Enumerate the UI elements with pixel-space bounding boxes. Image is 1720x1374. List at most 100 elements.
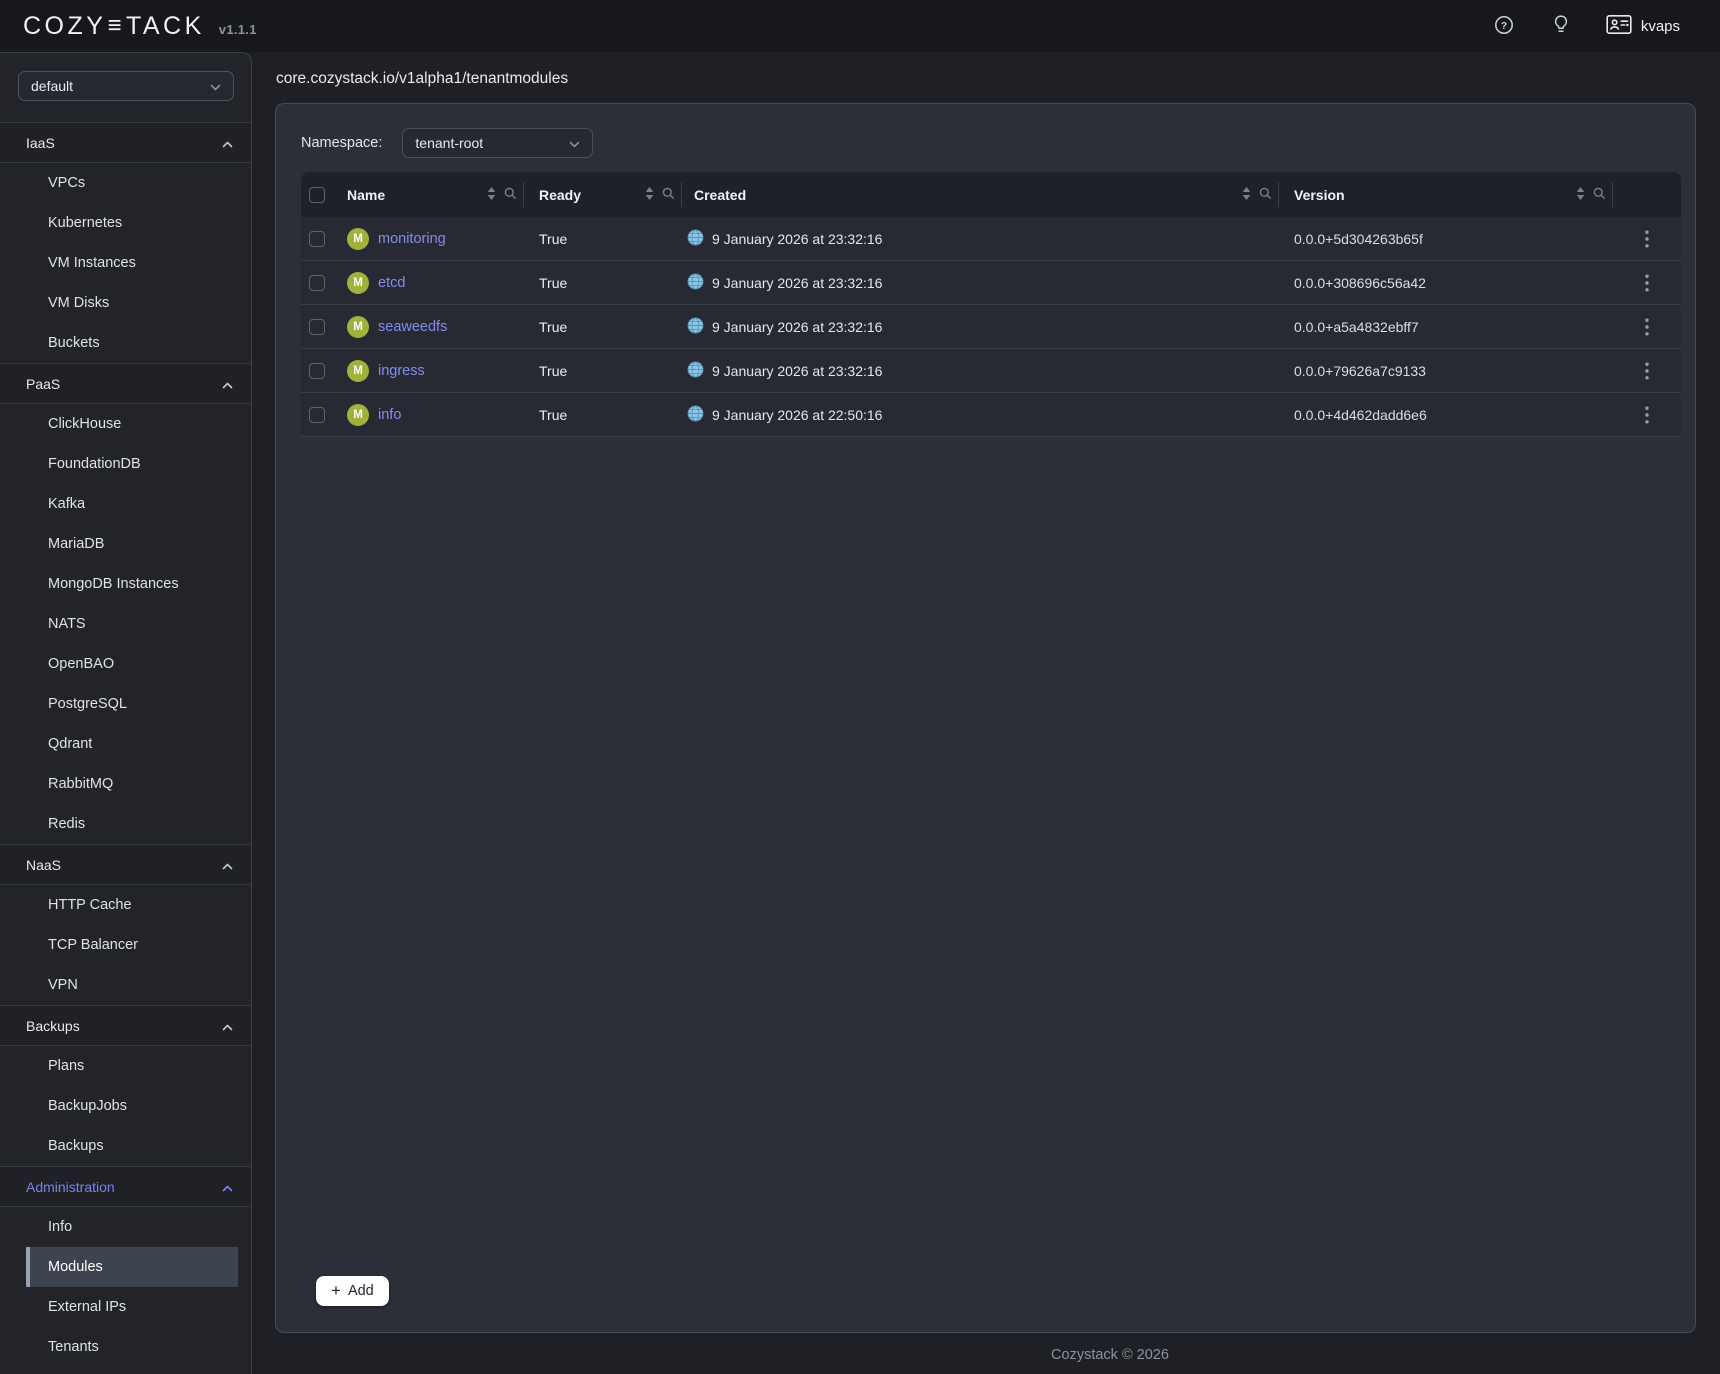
sidebar-item-vpn[interactable]: VPN bbox=[0, 965, 251, 1005]
module-name-link[interactable]: etcd bbox=[378, 275, 405, 291]
sidebar-item-rabbitmq[interactable]: RabbitMQ bbox=[0, 764, 251, 804]
sidebar-section-paas[interactable]: PaaS bbox=[0, 364, 251, 404]
sidebar-section-naas[interactable]: NaaS bbox=[0, 845, 251, 885]
sidebar-divider bbox=[0, 101, 251, 123]
sidebar-item-kafka[interactable]: Kafka bbox=[0, 484, 251, 524]
sidebar-item-backups[interactable]: Backups bbox=[0, 1126, 251, 1166]
column-header-ready: Ready bbox=[524, 172, 682, 217]
module-name-link[interactable]: info bbox=[378, 407, 401, 423]
breadcrumb: core.cozystack.io/v1alpha1/tenantmodules bbox=[276, 68, 1720, 90]
column-label: Ready bbox=[539, 187, 581, 203]
section-label: PaaS bbox=[26, 376, 60, 392]
row-checkbox[interactable] bbox=[309, 231, 325, 247]
row-checkbox[interactable] bbox=[309, 319, 325, 335]
globe-icon bbox=[687, 273, 704, 293]
sidebar-item-info[interactable]: Info bbox=[0, 1207, 251, 1247]
user-menu[interactable]: kvaps bbox=[1606, 14, 1680, 38]
plus-icon: + bbox=[331, 1282, 341, 1299]
row-checkbox[interactable] bbox=[309, 275, 325, 291]
add-button[interactable]: + Add bbox=[316, 1276, 389, 1306]
column-label: Name bbox=[347, 187, 385, 203]
sidebar-item-postgresql[interactable]: PostgreSQL bbox=[0, 684, 251, 724]
search-icon[interactable] bbox=[662, 187, 675, 203]
section-items-administration: Info Modules External IPs Tenants bbox=[0, 1207, 251, 1367]
cluster-context-select[interactable]: default bbox=[18, 71, 234, 101]
sidebar-item-vm-disks[interactable]: VM Disks bbox=[0, 283, 251, 323]
row-actions-menu[interactable] bbox=[1637, 270, 1657, 296]
help-icon: ? bbox=[1494, 15, 1514, 38]
search-icon[interactable] bbox=[1593, 187, 1606, 203]
chevron-down-icon bbox=[569, 135, 580, 151]
sort-icon[interactable] bbox=[487, 187, 496, 203]
sidebar-item-mariadb[interactable]: MariaDB bbox=[0, 524, 251, 564]
sidebar-section-iaas[interactable]: IaaS bbox=[0, 123, 251, 163]
globe-icon bbox=[687, 405, 704, 425]
search-icon[interactable] bbox=[1259, 187, 1272, 203]
select-all-cell bbox=[301, 172, 341, 217]
row-actions-menu[interactable] bbox=[1637, 314, 1657, 340]
created-value: 9 January 2026 at 23:32:16 bbox=[712, 275, 882, 291]
table-row: M info True 9 January 2026 at 22:50:16 0… bbox=[301, 393, 1681, 437]
help-button[interactable]: ? bbox=[1492, 13, 1516, 40]
sidebar-item-vm-instances[interactable]: VM Instances bbox=[0, 243, 251, 283]
row-actions-menu[interactable] bbox=[1637, 402, 1657, 428]
version-value: 0.0.0+79626a7c9133 bbox=[1279, 363, 1613, 379]
row-actions-menu[interactable] bbox=[1637, 226, 1657, 252]
sidebar-item-nats[interactable]: NATS bbox=[0, 604, 251, 644]
sort-icon[interactable] bbox=[1242, 187, 1251, 203]
column-header-actions bbox=[1613, 172, 1681, 217]
sidebar-item-external-ips[interactable]: External IPs bbox=[0, 1287, 251, 1327]
sidebar-item-kubernetes[interactable]: Kubernetes bbox=[0, 203, 251, 243]
sidebar-item-redis[interactable]: Redis bbox=[0, 804, 251, 844]
footer-copyright: Cozystack © 2026 bbox=[376, 1347, 1720, 1363]
section-items-naas: HTTP Cache TCP Balancer VPN bbox=[0, 885, 251, 1006]
sidebar-item-plans[interactable]: Plans bbox=[0, 1046, 251, 1086]
module-name-link[interactable]: ingress bbox=[378, 363, 425, 379]
version-value: 0.0.0+308696c56a42 bbox=[1279, 275, 1613, 291]
row-actions-menu[interactable] bbox=[1637, 358, 1657, 384]
sidebar-item-backupjobs[interactable]: BackupJobs bbox=[0, 1086, 251, 1126]
topbar: COZY≡TACK v1.1.1 ? kvaps bbox=[0, 0, 1720, 52]
sort-icon[interactable] bbox=[645, 187, 654, 203]
sidebar-item-clickhouse[interactable]: ClickHouse bbox=[0, 404, 251, 444]
sidebar-item-buckets[interactable]: Buckets bbox=[0, 323, 251, 363]
created-value: 9 January 2026 at 23:32:16 bbox=[712, 319, 882, 335]
namespace-select-value: tenant-root bbox=[415, 135, 483, 151]
sidebar-item-http-cache[interactable]: HTTP Cache bbox=[0, 885, 251, 925]
main-content: core.cozystack.io/v1alpha1/tenantmodules… bbox=[252, 52, 1720, 1374]
select-all-checkbox[interactable] bbox=[309, 187, 325, 203]
sidebar-item-vpcs[interactable]: VPCs bbox=[0, 163, 251, 203]
ready-value: True bbox=[524, 319, 682, 335]
sidebar-item-mongodb-instances[interactable]: MongoDB Instances bbox=[0, 564, 251, 604]
sidebar-item-tenants[interactable]: Tenants bbox=[0, 1327, 251, 1367]
globe-icon bbox=[687, 229, 704, 249]
module-name-link[interactable]: seaweedfs bbox=[378, 319, 447, 335]
chevron-down-icon bbox=[210, 78, 221, 94]
sort-icon[interactable] bbox=[1576, 187, 1585, 203]
sidebar-section-administration[interactable]: Administration bbox=[0, 1167, 251, 1207]
content-card: Namespace: tenant-root Name bbox=[275, 103, 1696, 1333]
sidebar-section-backups[interactable]: Backups bbox=[0, 1006, 251, 1046]
table-header-row: Name Ready Created bbox=[301, 172, 1681, 217]
module-avatar: M bbox=[347, 360, 369, 382]
ready-value: True bbox=[524, 363, 682, 379]
module-name-link[interactable]: monitoring bbox=[378, 231, 446, 247]
sidebar-item-qdrant[interactable]: Qdrant bbox=[0, 724, 251, 764]
logo-text-suffix: TACK bbox=[126, 12, 205, 41]
search-icon[interactable] bbox=[504, 187, 517, 203]
column-header-name: Name bbox=[341, 172, 524, 217]
sidebar-item-openbao[interactable]: OpenBAO bbox=[0, 644, 251, 684]
sidebar-item-foundationdb[interactable]: FoundationDB bbox=[0, 444, 251, 484]
theme-toggle-button[interactable] bbox=[1550, 12, 1572, 40]
row-checkbox[interactable] bbox=[309, 407, 325, 423]
table-row: M ingress True 9 January 2026 at 23:32:1… bbox=[301, 349, 1681, 393]
ready-value: True bbox=[524, 275, 682, 291]
row-checkbox[interactable] bbox=[309, 363, 325, 379]
sidebar-item-modules[interactable]: Modules bbox=[26, 1247, 238, 1287]
svg-text:?: ? bbox=[1501, 19, 1507, 31]
section-items-paas: ClickHouse FoundationDB Kafka MariaDB Mo… bbox=[0, 404, 251, 845]
namespace-select[interactable]: tenant-root bbox=[402, 128, 593, 158]
chevron-up-icon bbox=[222, 1179, 233, 1195]
ready-value: True bbox=[524, 231, 682, 247]
sidebar-item-tcp-balancer[interactable]: TCP Balancer bbox=[0, 925, 251, 965]
